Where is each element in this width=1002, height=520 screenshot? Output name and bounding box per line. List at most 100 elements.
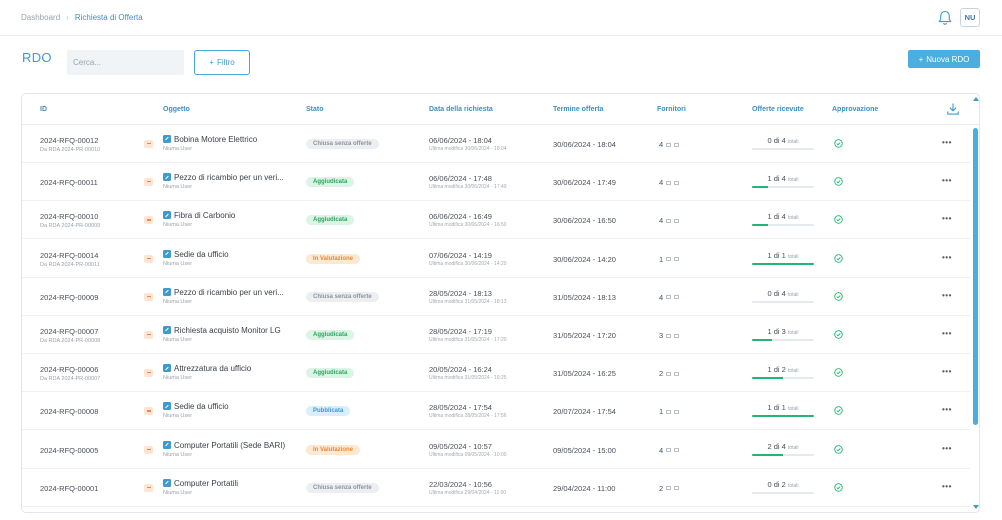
object-user: Niuma User: [163, 375, 193, 382]
approval-check-icon[interactable]: [834, 406, 843, 416]
object-title[interactable]: Sedie da ufficio: [174, 250, 229, 259]
offers-count: 0 di 4: [767, 288, 786, 298]
table-row[interactable]: 2024-RFQ-00001 Computer Portatili Niuma Us…: [22, 469, 970, 507]
more-actions-icon[interactable]: •••: [942, 176, 952, 185]
header-oggetto[interactable]: Oggetto: [163, 106, 190, 113]
chat-icon: [674, 371, 680, 376]
more-actions-icon[interactable]: •••: [942, 482, 952, 491]
rdo-id[interactable]: 2024-RFQ-00006: [40, 365, 98, 374]
rdo-id[interactable]: 2024-RFQ-00014: [40, 251, 98, 260]
object-title[interactable]: Richiesta acquisto Monitor LG: [174, 326, 281, 335]
offers-progress-fill: [752, 377, 783, 380]
more-actions-icon[interactable]: •••: [942, 367, 952, 376]
object-title[interactable]: Attrezzatura da ufficio: [174, 364, 251, 373]
approval-check-icon[interactable]: [834, 483, 843, 492]
object-title[interactable]: Sedie da ufficio: [174, 402, 229, 411]
object-title[interactable]: Computer Portatili: [174, 479, 238, 488]
header-offerte-ricevute[interactable]: Offerte ricevute: [752, 106, 804, 113]
table-row[interactable]: 2024-RFQ-00014 Da RDA 2024-PR-00011 Sedie …: [22, 240, 970, 278]
rdo-id[interactable]: 2024-RFQ-00011: [40, 178, 98, 187]
link-arrow-icon[interactable]: [163, 135, 171, 143]
offers-received: 1 di 4 totali: [752, 174, 814, 183]
object-title[interactable]: Pezzo di ricambio per un veri...: [174, 173, 284, 182]
object-title[interactable]: Bobina Motore Elettrico: [174, 135, 257, 144]
header-termine-offerta[interactable]: Termine offerta: [553, 106, 603, 113]
more-actions-icon[interactable]: •••: [942, 291, 952, 300]
rdo-id[interactable]: 2024-RFQ-00008: [40, 407, 98, 416]
offers-total-label: totali: [787, 330, 799, 336]
link-arrow-icon[interactable]: [163, 326, 171, 334]
offer-deadline: 30/06/2024 - 18:04: [553, 140, 616, 149]
rdo-id[interactable]: 2024-RFQ-00009: [40, 293, 98, 302]
link-arrow-icon[interactable]: [163, 249, 171, 258]
offers-received: 0 di 4 totali: [752, 289, 814, 298]
download-icon[interactable]: [946, 102, 960, 116]
search-input[interactable]: [67, 50, 184, 75]
link-arrow-icon[interactable]: [163, 287, 171, 296]
more-actions-icon[interactable]: •••: [942, 253, 952, 262]
approval-check-icon[interactable]: [834, 139, 843, 148]
filter-button[interactable]: + Filtro: [194, 50, 250, 75]
header-stato[interactable]: Stato: [306, 106, 324, 113]
scroll-down-arrow-icon[interactable]: [973, 505, 979, 509]
last-modified: Ultima modifica 31/05/2024 - 16:25: [429, 375, 507, 382]
rdo-id[interactable]: 2024-RFQ-00007: [40, 327, 98, 336]
offers-received: 0 di 2 totali: [752, 480, 814, 489]
more-actions-icon[interactable]: •••: [942, 444, 952, 453]
more-actions-icon[interactable]: •••: [942, 214, 952, 223]
header-id[interactable]: ID: [40, 106, 47, 113]
approval-check-icon[interactable]: [834, 177, 843, 186]
table-row[interactable]: 2024-RFQ-00010 Da RDA 2024-PR-00009 Fibra …: [22, 201, 970, 240]
object-title[interactable]: Fibra di Carbonio: [174, 211, 235, 220]
table-row[interactable]: 2024-RFQ-00012 Da RDA 2024-PR-00010 Bobina…: [22, 125, 970, 163]
chat-icon: [674, 218, 680, 223]
object-title[interactable]: Pezzo di ricambio per un veri...: [174, 288, 284, 297]
rdo-id[interactable]: 2024-RFQ-00005: [40, 446, 98, 455]
rdo-id[interactable]: 2024-RFQ-00010: [40, 212, 98, 221]
table-row[interactable]: 2024-RFQ-00005 Computer Portatili (Sede B…: [22, 431, 970, 469]
link-arrow-icon[interactable]: [163, 478, 171, 487]
scrollbar-thumb[interactable]: [973, 128, 978, 425]
table-row[interactable]: 2024-RFQ-00007 Da RDA 2024-PR-00008 Richie…: [22, 316, 970, 354]
rdo-id[interactable]: 2024-RFQ-00012: [40, 136, 98, 145]
rdo-id[interactable]: 2024-RFQ-00001: [40, 484, 98, 493]
link-arrow-icon[interactable]: [163, 364, 171, 373]
breadcrumb-dashboard[interactable]: Dashboard: [21, 13, 60, 22]
link-arrow-icon[interactable]: [163, 173, 171, 182]
more-actions-icon[interactable]: •••: [942, 329, 952, 338]
approval-check-icon[interactable]: [834, 292, 843, 301]
approval-check-icon[interactable]: [834, 368, 843, 377]
offers-count: 1 di 1: [767, 250, 786, 260]
link-arrow-icon[interactable]: [163, 440, 171, 449]
header-fornitori[interactable]: Fornitori: [657, 106, 686, 113]
table-row[interactable]: 2024-RFQ-00009 Pezzo di ricambio per un v…: [22, 278, 970, 316]
offers-progress-bar: [752, 377, 814, 380]
bell-icon[interactable]: [938, 10, 952, 26]
approval-check-icon[interactable]: [834, 215, 843, 225]
header-approvazione[interactable]: Approvazione: [832, 106, 878, 113]
link-arrow-icon[interactable]: [163, 211, 171, 220]
rda-reference: Da RDA 2024-PR-00008: [40, 338, 101, 344]
table-row[interactable]: 2024-RFQ-00011 Pezzo di ricambio per un v…: [22, 163, 970, 202]
more-actions-icon[interactable]: •••: [942, 138, 952, 147]
approval-check-icon[interactable]: [834, 253, 843, 263]
object-title[interactable]: Computer Portatili (Sede BARI): [174, 441, 285, 450]
more-actions-icon[interactable]: •••: [942, 405, 952, 414]
table-row[interactable]: 2024-RFQ-00008 Sedie da ufficio Niuma User…: [22, 392, 970, 431]
offers-received: 1 di 2 totali: [752, 365, 814, 374]
breadcrumb: Dashboard › Richiesta di Offerta: [21, 13, 143, 22]
offers-total-label: totali: [787, 444, 799, 451]
scroll-up-arrow-icon[interactable]: [973, 97, 979, 101]
priority-icon: [144, 292, 153, 301]
approval-check-icon[interactable]: [834, 330, 843, 339]
approval-check-icon[interactable]: [834, 444, 843, 454]
suppliers-count: 3: [659, 331, 680, 340]
header-data-richiesta[interactable]: Data della richiesta: [429, 106, 493, 113]
suppliers-number: 4: [659, 140, 664, 149]
table-row[interactable]: 2024-RFQ-00006 Da RDA 2024-PR-00007 Attrez…: [22, 354, 970, 393]
last-modified: Ultima modifica 30/06/2024 - 17:49: [429, 184, 507, 191]
avatar[interactable]: NU: [960, 8, 980, 27]
new-rdo-button[interactable]: + Nuova RDO: [908, 50, 980, 68]
link-arrow-icon[interactable]: [163, 402, 171, 411]
offers-count: 1 di 2: [767, 365, 786, 375]
